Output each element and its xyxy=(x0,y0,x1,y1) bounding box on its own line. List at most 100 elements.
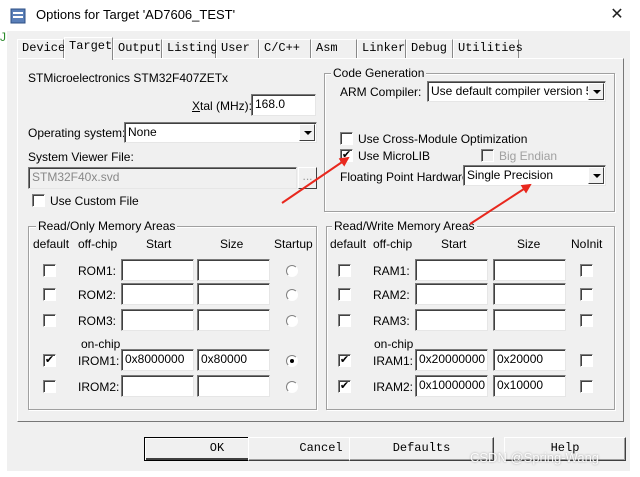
rom1-start-input[interactable] xyxy=(121,259,194,281)
cross-module-label: Use Cross-Module Optimization xyxy=(358,132,528,146)
ram1-default-checkbox[interactable] xyxy=(338,264,351,277)
window-title: Options for Target 'AD7606_TEST' xyxy=(36,7,236,22)
tab-debug[interactable]: Debug xyxy=(406,39,453,58)
rom1-default-checkbox[interactable] xyxy=(43,264,56,277)
svf-label: System Viewer File: xyxy=(28,150,134,164)
rom1-label: ROM1: xyxy=(78,264,117,278)
ram3-default-checkbox[interactable] xyxy=(338,314,351,327)
tab-target[interactable]: Target xyxy=(64,37,113,60)
ro-header-size: Size xyxy=(220,237,244,251)
ram3-label: RAM3: xyxy=(373,314,410,328)
rom2-default-checkbox[interactable] xyxy=(43,288,56,301)
microlib-checkbox[interactable]: ✔ xyxy=(340,149,353,162)
chevron-down-icon xyxy=(588,167,604,184)
ram2-label: RAM2: xyxy=(373,288,410,302)
tab-linker[interactable]: Linker xyxy=(357,39,406,58)
rom3-size-input[interactable] xyxy=(197,309,270,331)
iram2-start-input[interactable]: 0x10000000 xyxy=(415,375,488,397)
xtal-label: Xtal (MHz): xyxy=(192,99,252,113)
rw-header-noinit: NoInit xyxy=(571,237,603,251)
rom2-label: ROM2: xyxy=(78,288,117,302)
rw-header-offchip: off-chip xyxy=(373,237,413,251)
ram2-noinit-checkbox[interactable] xyxy=(580,288,593,301)
fph-label: Floating Point Hardware: xyxy=(340,170,473,184)
rom1-size-input[interactable] xyxy=(197,259,270,281)
fph-select[interactable]: Single Precision xyxy=(463,165,606,186)
ram1-start-input[interactable] xyxy=(415,259,488,281)
rom3-default-checkbox[interactable] xyxy=(43,314,56,327)
iram2-default-checkbox[interactable]: ✔ xyxy=(338,380,351,393)
svf-input[interactable]: STM32F40x.svd xyxy=(28,167,297,189)
tab-user[interactable]: User xyxy=(216,39,259,58)
rw-header-default: default xyxy=(330,237,367,251)
checkmark-icon: ✔ xyxy=(339,380,350,392)
tab-asm[interactable]: Asm xyxy=(311,39,357,58)
iram1-noinit-checkbox[interactable] xyxy=(580,354,593,367)
rw-header-size: Size xyxy=(517,237,541,251)
ram3-noinit-checkbox[interactable] xyxy=(580,314,593,327)
checkmark-icon: ✔ xyxy=(44,354,55,366)
iram2-label: IRAM2: xyxy=(373,380,414,394)
close-button[interactable]: ✕ xyxy=(598,1,636,29)
watermark: CSDN @Spring-Wang xyxy=(470,450,600,465)
os-label: Operating system: xyxy=(28,126,126,140)
iram2-noinit-checkbox[interactable] xyxy=(580,380,593,393)
ro-memory-title: Read/Only Memory Areas xyxy=(36,219,178,233)
rom3-startup-radio[interactable] xyxy=(286,315,298,327)
rw-memory-title: Read/Write Memory Areas xyxy=(332,219,477,233)
rw-header-start: Start xyxy=(441,237,467,251)
irom2-size-input[interactable] xyxy=(197,375,270,397)
xtal-input[interactable]: 168.0 xyxy=(251,94,316,116)
device-name: STMicroelectronics STM32F407ZETx xyxy=(28,71,229,85)
irom2-label: IROM2: xyxy=(78,380,120,394)
ro-onchip-label: on-chip xyxy=(81,337,121,351)
os-select[interactable]: None xyxy=(124,122,317,143)
svf-browse-button[interactable]: ... xyxy=(298,167,317,189)
background-text-fragment: J xyxy=(0,30,6,44)
ram1-noinit-checkbox[interactable] xyxy=(580,264,593,277)
iram1-label: IRAM1: xyxy=(373,354,414,368)
tab-output[interactable]: Output xyxy=(113,39,162,58)
irom2-default-checkbox[interactable] xyxy=(43,380,56,393)
irom2-start-input[interactable] xyxy=(121,375,194,397)
code-generation-title: Code Generation xyxy=(331,66,427,80)
rom1-startup-radio[interactable] xyxy=(286,265,298,277)
iram1-start-input[interactable]: 0x20000000 xyxy=(415,349,488,371)
arm-compiler-select[interactable]: Use default compiler version 5 xyxy=(427,81,606,102)
ram2-default-checkbox[interactable] xyxy=(338,288,351,301)
tab-c-c-[interactable]: C/C++ xyxy=(259,39,311,58)
irom2-startup-radio[interactable] xyxy=(286,381,298,393)
ram1-label: RAM1: xyxy=(373,264,410,278)
ram2-size-input[interactable] xyxy=(493,283,566,305)
fph-value: Single Precision xyxy=(467,168,554,182)
ram3-start-input[interactable] xyxy=(415,309,488,331)
title-bar: Options for Target 'AD7606_TEST' ✕ xyxy=(0,0,640,31)
tab-device[interactable]: Device xyxy=(17,39,65,58)
microlib-label: Use MicroLIB xyxy=(358,149,431,163)
background-window-right xyxy=(630,31,640,477)
ram3-size-input[interactable] xyxy=(493,309,566,331)
rom2-start-input[interactable] xyxy=(121,283,194,305)
tab-listing[interactable]: Listing xyxy=(162,39,217,58)
background-window xyxy=(0,31,7,477)
big-endian-label: Big Endian xyxy=(499,149,558,163)
ram2-start-input[interactable] xyxy=(415,283,488,305)
big-endian-checkbox[interactable] xyxy=(481,149,494,162)
iram1-default-checkbox[interactable]: ✔ xyxy=(338,354,351,367)
iram1-size-input[interactable]: 0x20000 xyxy=(493,349,566,371)
irom1-size-input[interactable]: 0x80000 xyxy=(197,349,270,371)
iram2-size-input[interactable]: 0x10000 xyxy=(493,375,566,397)
irom1-start-input[interactable]: 0x8000000 xyxy=(121,349,194,371)
custom-file-checkbox[interactable] xyxy=(32,194,45,207)
checkmark-icon: ✔ xyxy=(339,354,350,366)
rom3-start-input[interactable] xyxy=(121,309,194,331)
close-icon: ✕ xyxy=(610,6,624,23)
ram1-size-input[interactable] xyxy=(493,259,566,281)
cross-module-checkbox[interactable] xyxy=(340,132,353,145)
rom2-size-input[interactable] xyxy=(197,283,270,305)
irom1-default-checkbox[interactable]: ✔ xyxy=(43,354,56,367)
checkmark-icon: ✔ xyxy=(341,149,352,161)
irom1-startup-radio[interactable] xyxy=(286,355,298,367)
tab-utilities[interactable]: Utilities xyxy=(453,39,523,58)
rom2-startup-radio[interactable] xyxy=(286,289,298,301)
